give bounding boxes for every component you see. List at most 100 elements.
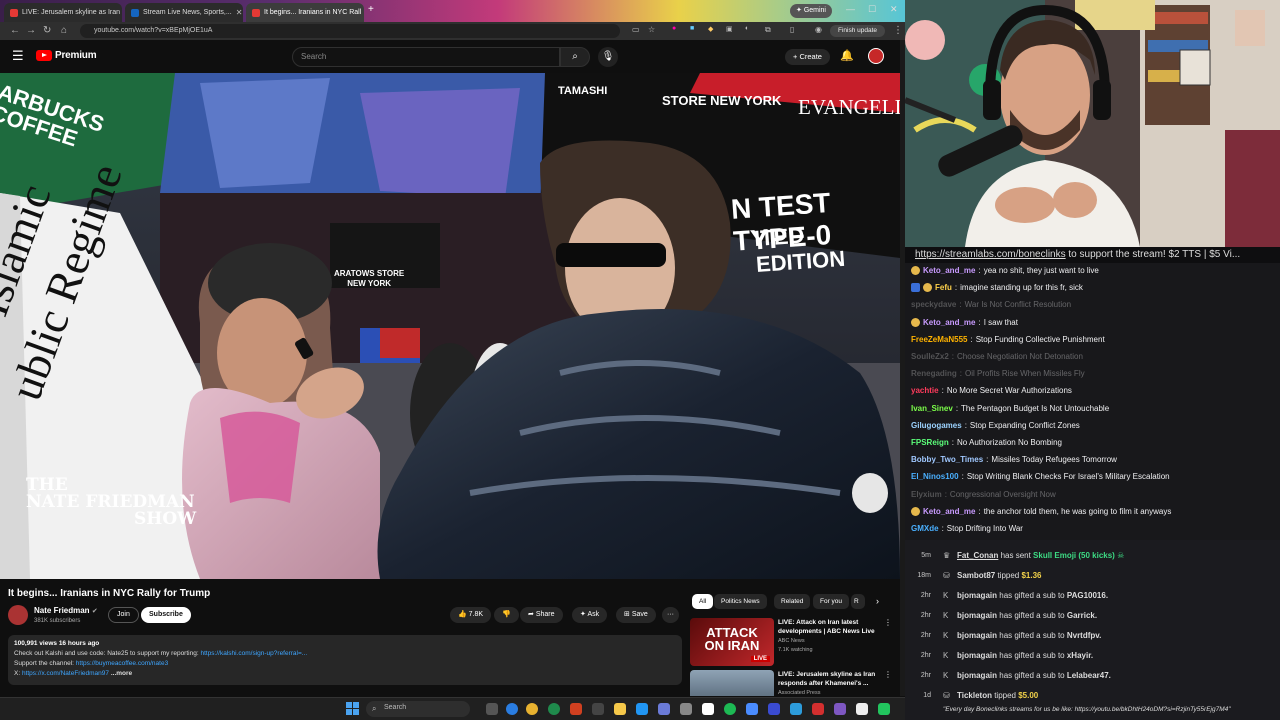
app-icon[interactable] [790,703,802,715]
menu-kebab-icon[interactable]: ⋮ [893,25,903,36]
video-player[interactable]: ARBUCKS COFFEE TAMASHI STORE NEW YORK EV… [0,73,900,579]
url-field[interactable]: youtube.com/watch?v=xBEpMjOE1uA [80,24,620,38]
chat-username[interactable]: Keto_and_me [923,266,975,275]
task-view-icon[interactable] [486,703,498,715]
extensions-puzzle-icon[interactable]: ⧉ [765,25,771,35]
app-icon[interactable] [680,703,692,715]
maximize-icon[interactable]: ☐ [868,4,876,15]
description-link[interactable]: https://buymeacoffee.com/nate3 [76,660,168,667]
new-tab-icon[interactable]: + [368,4,374,15]
file-explorer-icon[interactable] [614,703,626,715]
search-input[interactable]: Search [292,47,560,67]
chat-username[interactable]: Renegading [911,369,957,378]
reload-icon[interactable]: ↻ [43,25,51,36]
more-vertical-icon[interactable]: ⋮ [884,618,892,627]
dislike-button[interactable]: 👎 [494,607,519,623]
account-avatar[interactable] [868,48,884,64]
video-thumbnail[interactable] [690,670,774,696]
edge-icon[interactable] [506,703,518,715]
chat-username[interactable]: FPSReign [911,438,949,447]
description-link[interactable]: https://kalshi.com/sign-up?referral=... [200,650,307,657]
event-user[interactable]: bjomagain [957,611,997,620]
app-icon[interactable] [768,703,780,715]
description-box[interactable]: 100,991 views 16 hours ago Check out Kal… [8,635,682,685]
extension-icon[interactable]: ● [672,25,676,32]
app-icon[interactable] [570,703,582,715]
save-button[interactable]: ⊞ Save [616,607,656,623]
finish-update-button[interactable]: Finish update [829,25,885,37]
chat-username[interactable]: El_Ninos100 [911,472,959,481]
extension-icon[interactable]: ■ [690,25,694,32]
channel-name-row[interactable]: Nate Friedman ✔ [34,606,98,615]
extension-icon[interactable]: ▣ [726,25,733,33]
taskbar-search[interactable]: ⌕ Search [366,701,470,717]
app-icon[interactable] [658,703,670,715]
video-thumbnail[interactable]: ATTACK ON IRAN LIVE [690,618,774,666]
spotify-icon[interactable] [724,703,736,715]
chip-all[interactable]: All [692,594,714,609]
browser-tab-active[interactable]: It begins... Iranians in NYC Rall ✕ [246,3,364,22]
browser-tab[interactable]: LIVE: Jerusalem skyline as Iran ✕ [4,3,122,22]
event-user[interactable]: bjomagain [957,671,997,680]
app-icon[interactable] [746,703,758,715]
chat-username[interactable]: Fefu [935,283,952,292]
join-button[interactable]: Join [108,607,139,623]
minimize-icon[interactable]: — [846,4,855,14]
create-button[interactable]: + Create [785,49,830,65]
app-icon[interactable] [702,703,714,715]
chat-username[interactable]: Elyxium [911,490,942,499]
app-icon[interactable] [878,703,890,715]
chat-username[interactable]: Ivan_Sinev [911,404,953,413]
app-icon[interactable] [548,703,560,715]
forward-icon[interactable]: → [26,25,36,36]
home-icon[interactable]: ⌂ [61,25,67,36]
sidebar-icon[interactable]: ▯ [790,25,794,34]
windows-start-icon[interactable] [346,702,359,715]
search-button[interactable]: ⌕ [560,47,590,67]
subscribe-button[interactable]: Subscribe [141,607,191,623]
profile-icon[interactable]: ◉ [815,25,822,34]
app-icon[interactable] [636,703,648,715]
youtube-logo[interactable]: Premium [36,50,97,61]
chat-username[interactable]: yachtie [911,386,939,395]
back-icon[interactable]: ← [10,25,20,36]
close-tab-icon[interactable]: ✕ [236,8,243,17]
hamburger-menu-icon[interactable]: ☰ [12,48,24,64]
cast-icon[interactable]: ▭ [632,25,640,34]
gemini-button[interactable]: ✦ Gemini [790,4,832,18]
chat-username[interactable]: FreeZeMaN555 [911,335,967,344]
ticker-link[interactable]: https://streamlabs.com/boneclinks [915,249,1066,260]
chip-for-you[interactable]: For you [813,594,850,609]
chip-politics-news[interactable]: Politics News [714,594,767,609]
more-actions-button[interactable]: ··· [662,607,679,623]
chevron-right-icon[interactable]: › [876,596,879,606]
app-icon[interactable] [592,703,604,715]
extension-icon[interactable]: ◆ [708,25,713,33]
chat-username[interactable]: GMXde [911,524,939,533]
event-user[interactable]: Tickleton [957,691,992,700]
chat-username[interactable]: Bobby_Two_Times [911,455,983,464]
chrome-icon[interactable] [526,703,538,715]
ask-button[interactable]: ✦ Ask [572,607,608,623]
bookmark-star-icon[interactable]: ☆ [648,25,655,34]
close-window-icon[interactable]: ✕ [890,4,898,15]
chip-related[interactable]: Related [774,594,811,609]
like-button[interactable]: 👍 7.8K [450,607,492,623]
chat-username[interactable]: speckydave [911,300,956,309]
event-user[interactable]: bjomagain [957,651,997,660]
chat-username[interactable]: Keto_and_me [923,318,975,327]
related-video-item[interactable]: LIVE: Jerusalem skyline as Iran responds… [690,670,890,696]
event-user[interactable]: bjomagain [957,591,997,600]
chat-username[interactable]: Keto_and_me [923,507,975,516]
share-button[interactable]: ➦ Share [520,607,563,623]
extension-icon[interactable]: ◐ [745,25,749,32]
description-link[interactable]: https://x.com/NateFriedman97 [22,670,109,677]
voice-search-button[interactable]: 🎙 [598,47,618,67]
more-vertical-icon[interactable]: ⋮ [884,670,890,679]
browser-tab[interactable]: Stream Live News, Sports,... ✕ [125,3,243,22]
notifications-bell-icon[interactable]: 🔔 [840,49,854,62]
app-icon[interactable] [812,703,824,715]
event-user[interactable]: bjomagain [957,631,997,640]
chat-username[interactable]: SoulleZx2 [911,352,949,361]
chat-username[interactable]: Gilugogames [911,421,962,430]
